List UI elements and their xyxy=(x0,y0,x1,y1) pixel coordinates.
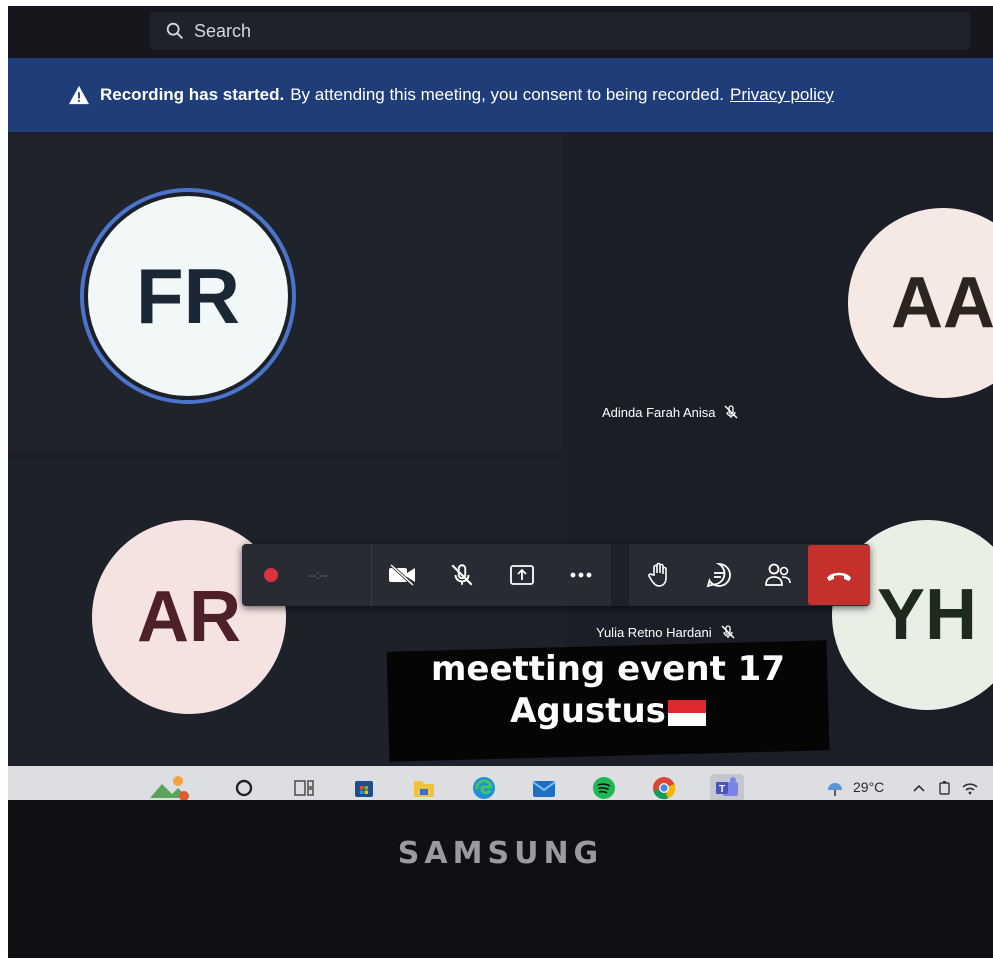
camera-off-icon xyxy=(389,563,416,587)
chrome-button[interactable] xyxy=(650,774,678,802)
recording-banner: Recording has started. By attending this… xyxy=(8,58,993,132)
share-icon xyxy=(509,565,534,585)
leave-call-button[interactable] xyxy=(808,545,871,605)
svg-text:T: T xyxy=(719,784,725,795)
microphone-button[interactable] xyxy=(432,544,492,606)
teams-window: Search Recording has started. By attendi… xyxy=(8,6,993,816)
recording-timer: --:-- xyxy=(308,568,328,582)
file-explorer-button[interactable] xyxy=(410,774,438,802)
record-icon xyxy=(264,568,278,582)
mic-off-icon xyxy=(451,564,473,586)
task-view-icon xyxy=(294,780,314,796)
mail-icon xyxy=(532,781,556,797)
edge-button[interactable] xyxy=(470,774,498,802)
file-explorer-icon xyxy=(414,781,434,797)
store-button[interactable] xyxy=(350,774,378,802)
camera-button[interactable] xyxy=(372,544,432,606)
caption-line-1: meetting event 17 xyxy=(431,649,785,689)
more-options-button[interactable] xyxy=(552,544,612,606)
chat-icon xyxy=(706,563,731,588)
recording-indicator: --:-- xyxy=(242,544,373,606)
wifi-icon xyxy=(962,783,978,795)
banner-title: Recording has started. xyxy=(100,85,285,104)
participant-tile-aa[interactable]: AA Adinda Farah Anisa xyxy=(568,134,993,452)
battery-icon xyxy=(939,781,950,795)
title-bar: Search xyxy=(8,6,993,58)
more-icon xyxy=(570,572,592,578)
people-icon xyxy=(765,563,792,586)
hang-up-icon xyxy=(827,572,852,581)
volume-button[interactable] xyxy=(960,774,980,802)
teams-button[interactable]: T xyxy=(710,774,744,802)
participant-name: Adinda Farah Anisa xyxy=(602,404,716,420)
share-screen-button[interactable] xyxy=(492,544,552,606)
mail-button[interactable] xyxy=(530,774,558,802)
raise-hand-icon xyxy=(648,562,667,587)
participants-button[interactable] xyxy=(749,544,809,606)
network-button[interactable] xyxy=(936,774,954,802)
participant-name-tag: Adinda Farah Anisa xyxy=(602,404,739,420)
search-button[interactable] xyxy=(230,774,258,802)
widgets-button[interactable] xyxy=(148,774,192,802)
banner-message: By attending this meeting, you consent t… xyxy=(290,85,724,104)
divider xyxy=(611,544,630,606)
weather-icon xyxy=(828,783,842,796)
chrome-icon xyxy=(653,777,676,800)
spotify-button[interactable] xyxy=(590,774,618,802)
spotify-icon xyxy=(593,777,615,799)
participant-name: Yulia Retno Hardani xyxy=(596,624,712,640)
avatar: FR xyxy=(84,192,292,400)
search-placeholder: Search xyxy=(194,20,252,41)
chevron-up-icon xyxy=(913,784,925,792)
task-view-button[interactable] xyxy=(290,774,318,802)
privacy-policy-link[interactable]: Privacy policy xyxy=(730,85,834,105)
chat-button[interactable] xyxy=(689,544,749,606)
search-icon xyxy=(235,779,253,797)
caption-line-2: Agustus xyxy=(510,691,666,731)
brand-logo: SAMSUNG xyxy=(397,836,604,871)
temperature-readout: 29°C xyxy=(853,779,885,795)
laptop-bezel: SAMSUNG xyxy=(8,800,993,958)
participant-tile-fr[interactable]: FR xyxy=(8,134,563,452)
indonesia-flag-icon xyxy=(667,699,706,726)
store-icon xyxy=(355,781,373,797)
raise-hand-button[interactable] xyxy=(629,544,689,606)
show-hidden-icons-button[interactable] xyxy=(910,774,928,802)
warning-icon xyxy=(69,85,89,105)
mic-muted-icon xyxy=(724,405,738,419)
meeting-controls: --:-- xyxy=(242,544,871,606)
widgets-icon xyxy=(150,776,189,801)
edge-icon xyxy=(473,777,495,799)
participant-name-tag: Yulia Retno Hardani xyxy=(596,624,736,640)
caption-sticker: meetting event 17 Agustus xyxy=(388,648,828,732)
teams-icon: T xyxy=(716,777,738,796)
mic-muted-icon xyxy=(721,625,735,639)
avatar: AA xyxy=(848,208,993,398)
weather-widget[interactable] xyxy=(823,774,847,802)
search-input[interactable]: Search xyxy=(150,12,970,50)
search-icon xyxy=(166,22,183,39)
